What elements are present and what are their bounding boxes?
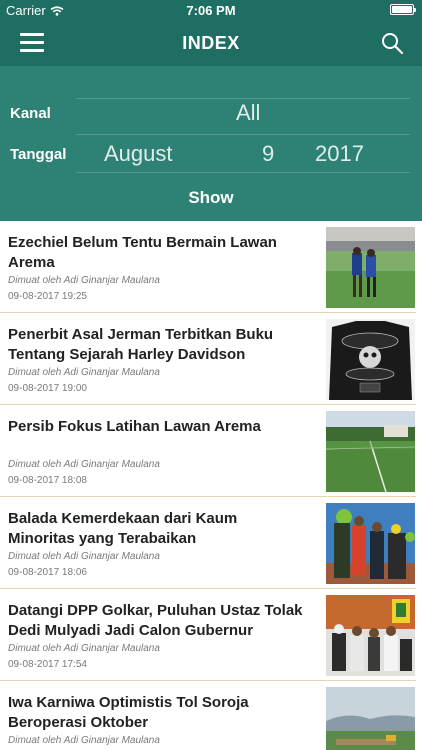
news-date: 09-08-2017 17:54 — [8, 659, 87, 670]
news-title: Ezechiel Belum Tentu Bermain Lawan Arema — [8, 234, 277, 271]
nav-bar: INDEX — [0, 20, 422, 66]
news-date: 09-08-2017 19:25 — [8, 291, 87, 302]
news-date: 09-08-2017 18:06 — [8, 567, 87, 578]
battery-icon — [390, 4, 416, 15]
page-title: INDEX — [182, 33, 240, 53]
picker-divider — [76, 134, 410, 135]
list-item[interactable]: Persib Fokus Latihan Lawan Arema Dimuat … — [0, 405, 422, 497]
kanal-picker[interactable]: All — [236, 100, 260, 126]
news-author: Dimuat oleh Adi Ginanjar Maulana — [8, 643, 160, 654]
month-picker[interactable]: August — [104, 141, 173, 167]
news-author: Dimuat oleh Adi Ginanjar Maulana — [8, 275, 160, 286]
show-button[interactable]: Show — [0, 188, 422, 208]
meeting-photo — [326, 595, 415, 676]
list-item[interactable]: Ezechiel Belum Tentu Bermain Lawan Arema… — [0, 221, 422, 313]
status-bar: Carrier 7:06 PM — [0, 0, 422, 20]
news-thumbnail — [326, 595, 415, 676]
status-time: 7:06 PM — [186, 3, 236, 18]
search-icon[interactable] — [380, 31, 404, 55]
football-field-photo — [326, 411, 415, 492]
news-author: Dimuat oleh Adi Ginanjar Maulana — [8, 367, 160, 378]
list-item[interactable]: Datangi DPP Golkar, Puluhan Ustaz Tolak … — [0, 589, 422, 681]
news-title: Penerbit Asal Jerman Terbitkan Buku Tent… — [8, 326, 274, 363]
news-date: 09-08-2017 18:08 — [8, 475, 87, 486]
news-author: Dimuat oleh Adi Ginanjar Maulana — [8, 551, 160, 562]
news-author: Dimuat oleh Adi Ginanjar Maulana — [8, 735, 160, 746]
news-thumbnail — [326, 687, 415, 750]
news-thumbnail — [326, 411, 415, 492]
year-picker[interactable]: 2017 — [315, 141, 364, 167]
construction-site-photo — [326, 687, 415, 750]
harley-davidson-jacket-photo — [326, 319, 415, 400]
news-thumbnail — [326, 319, 415, 400]
news-thumbnail — [326, 227, 415, 308]
news-list: Ezechiel Belum Tentu Bermain Lawan Arema… — [0, 221, 422, 750]
filter-panel: Kanal All Tanggal August 9 2017 Show — [0, 66, 422, 221]
list-item[interactable]: Penerbit Asal Jerman Terbitkan Buku Tent… — [0, 313, 422, 405]
picker-divider — [76, 172, 410, 173]
news-date: 09-08-2017 19:00 — [8, 383, 87, 394]
tanggal-label: Tanggal — [10, 146, 67, 163]
football-players-photo — [326, 227, 415, 308]
crowd-event-photo — [326, 503, 415, 584]
list-item[interactable]: Balada Kemerdekaan dari Kaum Minoritas y… — [0, 497, 422, 589]
news-title: Datangi DPP Golkar, Puluhan Ustaz Tolak … — [8, 602, 303, 639]
news-title: Persib Fokus Latihan Lawan Arema — [8, 418, 261, 435]
news-title: Iwa Karniwa Optimistis Tol Soroja Berope… — [8, 694, 249, 731]
day-picker[interactable]: 9 — [262, 141, 274, 167]
news-author: Dimuat oleh Adi Ginanjar Maulana — [8, 459, 160, 470]
kanal-label: Kanal — [10, 105, 51, 122]
news-thumbnail — [326, 503, 415, 584]
picker-divider — [76, 98, 410, 99]
list-item[interactable]: Iwa Karniwa Optimistis Tol Soroja Berope… — [0, 681, 422, 750]
news-title: Balada Kemerdekaan dari Kaum Minoritas y… — [8, 510, 238, 547]
